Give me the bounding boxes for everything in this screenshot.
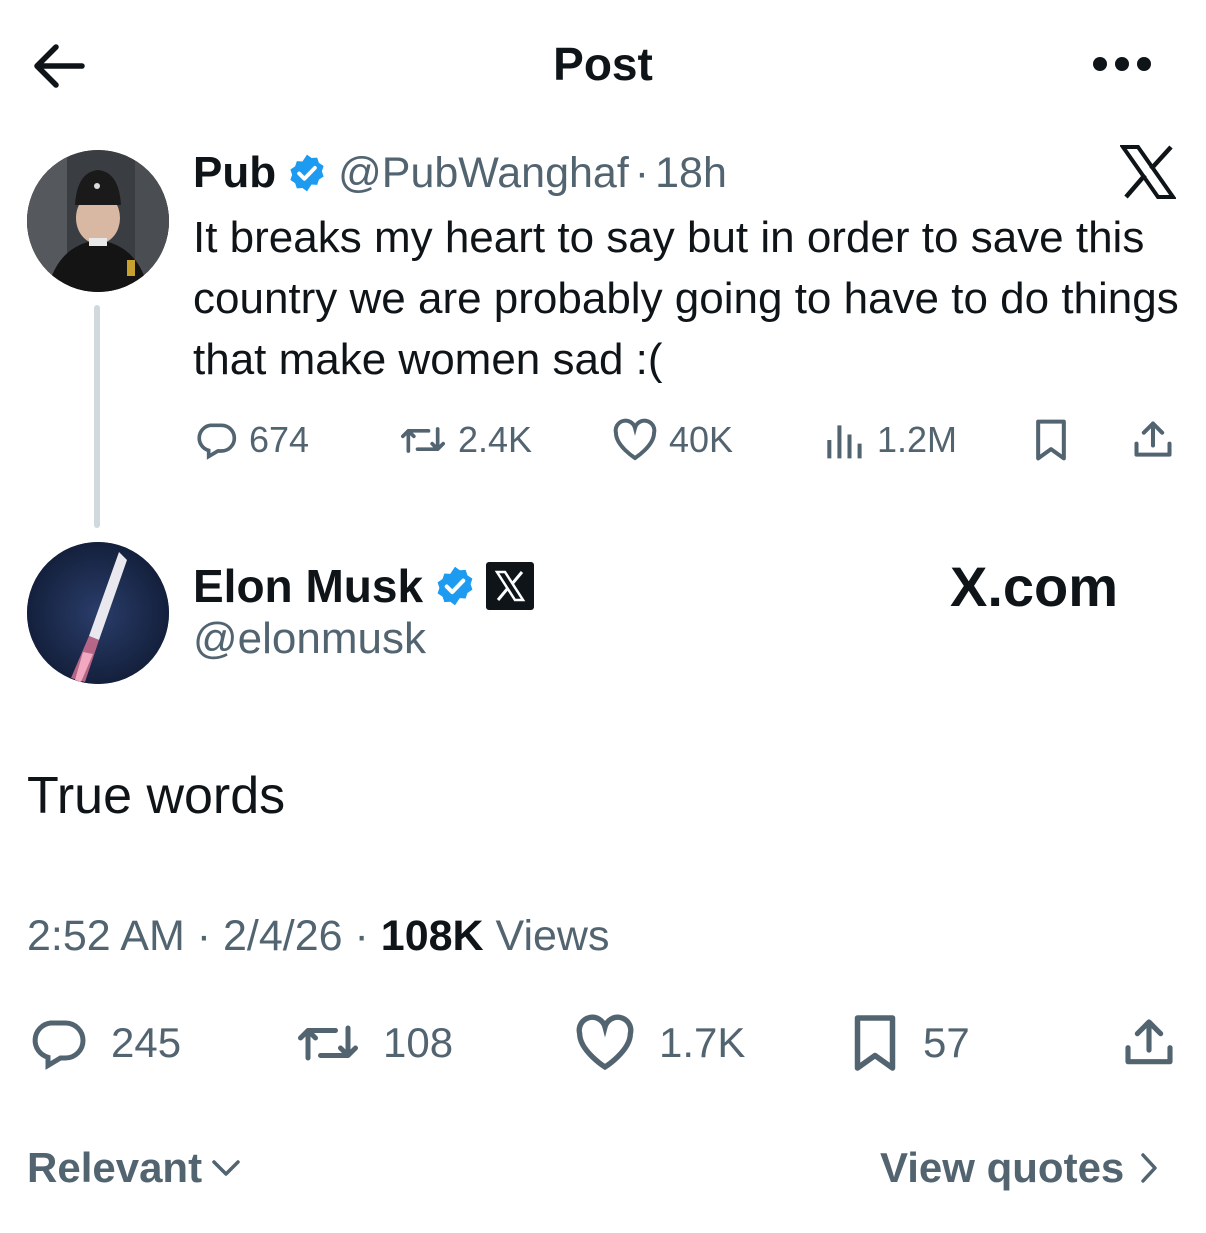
views-count: 1.2M: [877, 419, 958, 460]
like-count: 1.7K: [659, 1019, 746, 1066]
bookmark-button[interactable]: [1031, 412, 1081, 468]
parent-post-actions: 674 2.4K 40K 1.2M: [193, 412, 1183, 468]
x-logo-icon: [1120, 145, 1176, 199]
reply-button[interactable]: 674: [193, 412, 309, 468]
post-meta: 2:52 AM · 2/4/26 · 108K Views: [27, 912, 609, 961]
views-button[interactable]: 1.2M: [821, 412, 957, 468]
reply-post-actions: 245 108 1.7K 57: [27, 1010, 1187, 1076]
reply-post-text: True words: [27, 767, 286, 825]
views-icon: [827, 425, 862, 459]
bookmark-button[interactable]: 57: [849, 1010, 970, 1076]
separator-dot: ·: [196, 912, 223, 960]
reply-count: 245: [111, 1019, 182, 1066]
repost-button[interactable]: 2.4K: [398, 412, 532, 468]
bookmark-count: 57: [923, 1019, 970, 1066]
author-name[interactable]: Pub: [193, 148, 276, 198]
page-title: Post: [553, 38, 653, 90]
reply-count: 674: [249, 419, 310, 460]
repost-count: 108: [383, 1019, 454, 1066]
author-handle[interactable]: @elonmusk: [193, 614, 426, 664]
post-time[interactable]: 18h: [655, 149, 727, 198]
reply-icon: [32, 1020, 86, 1070]
share-button[interactable]: [1131, 412, 1185, 468]
more-options-icon[interactable]: [1090, 52, 1154, 76]
views-label: Views: [495, 912, 610, 960]
parent-post-text: It breaks my heart to say but in order t…: [193, 213, 1179, 384]
affiliation-label[interactable]: X.com: [950, 554, 1118, 619]
separator-dot: ·: [634, 148, 650, 197]
reply-icon: [197, 423, 237, 460]
post-date: 2/4/26: [223, 912, 343, 960]
avatar-elon[interactable]: [27, 542, 169, 684]
x-affiliation-icon[interactable]: [485, 561, 535, 611]
bookmark-icon: [854, 1015, 896, 1071]
repost-icon: [401, 427, 445, 453]
view-quotes-link[interactable]: View quotes: [880, 1144, 1160, 1192]
thread-line: [94, 305, 100, 528]
view-quotes-label: View quotes: [880, 1144, 1125, 1191]
views-count[interactable]: 108K: [381, 912, 484, 960]
like-button[interactable]: 1.7K: [573, 1010, 745, 1076]
repost-button[interactable]: 108: [295, 1010, 453, 1076]
sort-label: Relevant: [27, 1144, 203, 1191]
like-button[interactable]: 40K: [611, 412, 733, 468]
separator-dot: ·: [354, 912, 381, 960]
like-count: 40K: [669, 419, 734, 460]
author-handle[interactable]: @PubWanghaf: [338, 149, 629, 198]
share-button[interactable]: [1121, 1010, 1199, 1076]
reply-post-header: Elon Musk: [193, 556, 535, 616]
reply-button[interactable]: 245: [27, 1010, 181, 1076]
verified-badge-icon: [286, 152, 328, 194]
share-icon: [1134, 421, 1172, 457]
share-icon: [1125, 1019, 1173, 1065]
chevron-down-icon: [212, 1160, 240, 1176]
chevron-right-icon: [1141, 1153, 1158, 1183]
repost-count: 2.4K: [458, 419, 533, 460]
sort-dropdown[interactable]: Relevant: [27, 1144, 242, 1192]
heart-icon: [613, 418, 657, 461]
verified-badge-icon: [433, 564, 477, 608]
avatar-pub[interactable]: [27, 150, 169, 292]
post-time: 2:52 AM: [27, 912, 185, 960]
author-name[interactable]: Elon Musk: [193, 559, 423, 613]
parent-post-header: Pub @PubWanghaf · 18h: [193, 144, 727, 202]
repost-icon: [298, 1025, 358, 1061]
bookmark-icon: [1036, 419, 1066, 461]
heart-icon: [576, 1014, 634, 1071]
